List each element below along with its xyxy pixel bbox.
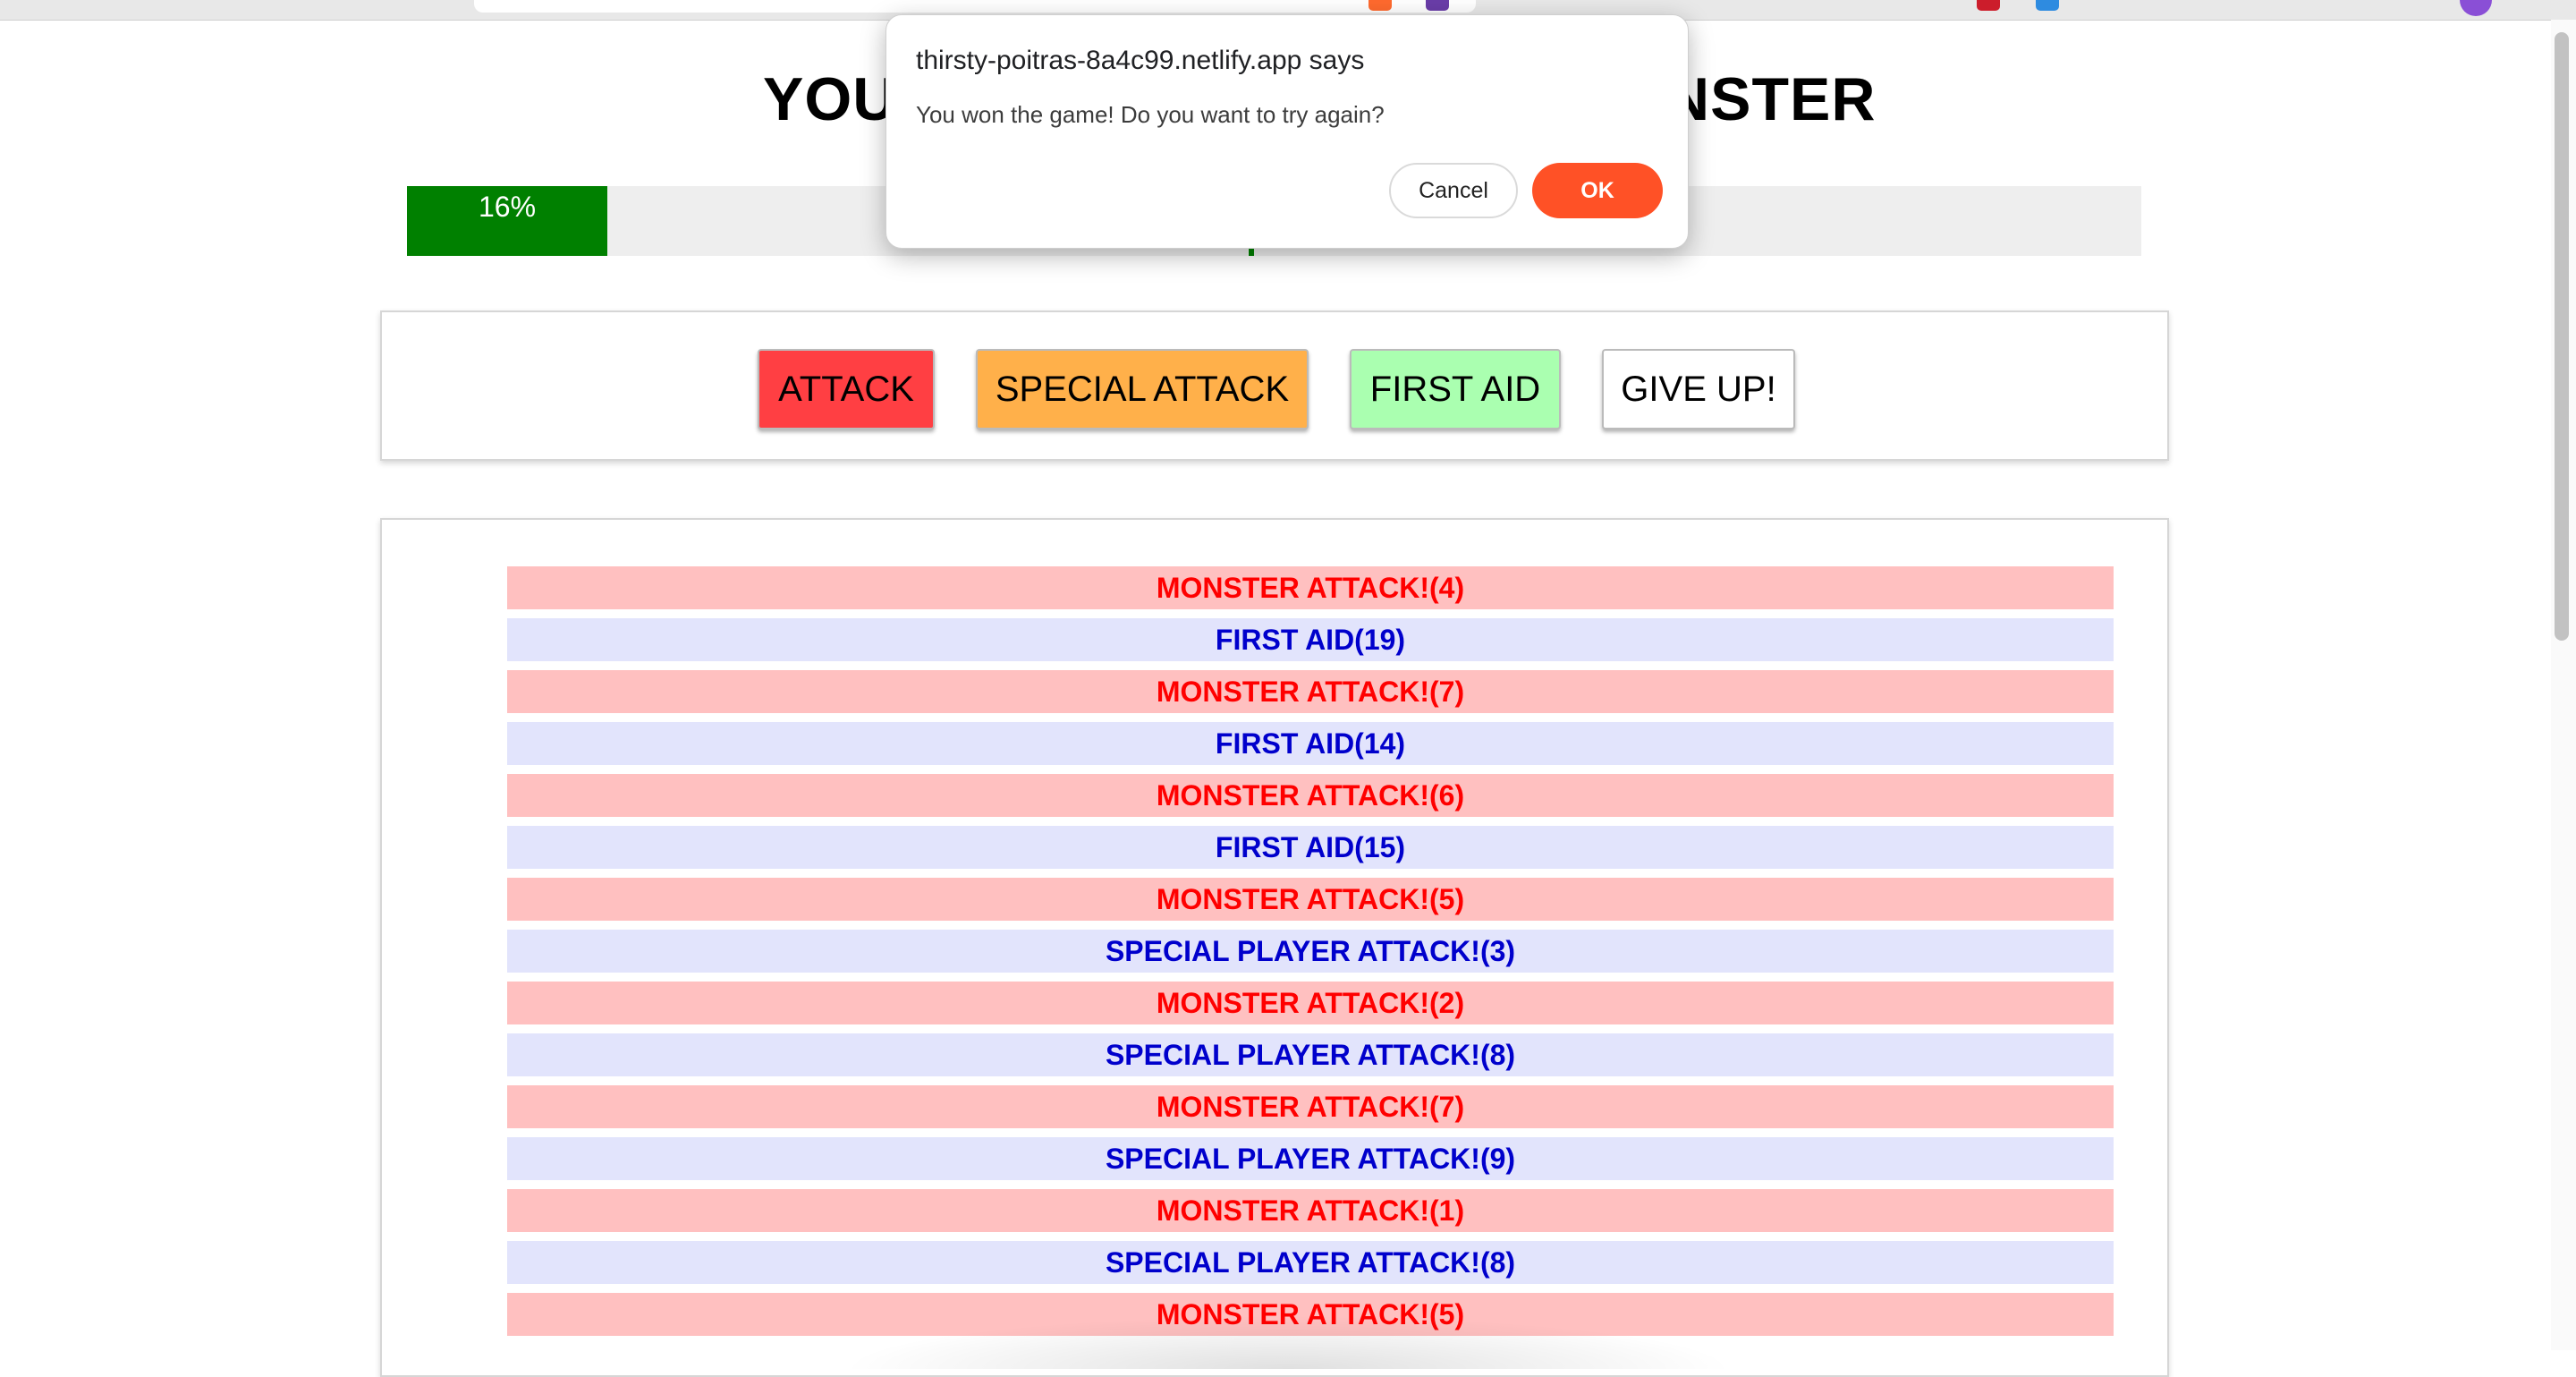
scrollbar-thumb[interactable] xyxy=(2555,32,2569,641)
log-entry: FIRST AID(19) xyxy=(507,618,2114,661)
give-up-button[interactable]: GIVE UP! xyxy=(1602,349,1795,429)
extension-icon[interactable] xyxy=(1977,0,2000,11)
log-entry: SPECIAL PLAYER ATTACK!(8) xyxy=(507,1033,2114,1076)
log-entry: MONSTER ATTACK!(1) xyxy=(507,1189,2114,1232)
page-title-left: YOU xyxy=(763,65,898,133)
log-entry: MONSTER ATTACK!(7) xyxy=(507,670,2114,713)
log-entry: FIRST AID(15) xyxy=(507,826,2114,869)
log-entry: MONSTER ATTACK!(7) xyxy=(507,1085,2114,1128)
log-entry: MONSTER ATTACK!(6) xyxy=(507,774,2114,817)
address-bar[interactable] xyxy=(474,0,1476,13)
log-entry: FIRST AID(14) xyxy=(507,722,2114,765)
log-entry: SPECIAL PLAYER ATTACK!(9) xyxy=(507,1137,2114,1180)
log-entry: SPECIAL PLAYER ATTACK!(8) xyxy=(507,1241,2114,1284)
battle-log: MONSTER ATTACK!(4) FIRST AID(19) MONSTER… xyxy=(380,518,2169,1377)
log-entry: MONSTER ATTACK!(2) xyxy=(507,982,2114,1024)
extension-icon[interactable] xyxy=(1368,0,1392,11)
page-title-right: NSTER xyxy=(1665,65,1877,133)
cancel-button[interactable]: Cancel xyxy=(1389,163,1518,218)
log-entry: SPECIAL PLAYER ATTACK!(3) xyxy=(507,930,2114,973)
dialog-message: You won the game! Do you want to try aga… xyxy=(916,101,1385,128)
extension-icon[interactable] xyxy=(1426,0,1449,11)
extension-icon[interactable] xyxy=(2036,0,2059,11)
alert-dialog: thirsty-poitras-8a4c99.netlify.app says … xyxy=(886,14,1689,249)
dialog-title: thirsty-poitras-8a4c99.netlify.app says xyxy=(916,46,1365,75)
first-aid-button[interactable]: FIRST AID xyxy=(1350,349,1561,429)
profile-avatar[interactable] xyxy=(2460,0,2492,16)
controls-panel: ATTACK SPECIAL ATTACK FIRST AID GIVE UP! xyxy=(380,310,2169,461)
player-health-fill: 16% xyxy=(407,186,607,256)
ok-button[interactable]: OK xyxy=(1532,163,1663,218)
log-list: MONSTER ATTACK!(4) FIRST AID(19) MONSTER… xyxy=(507,566,2114,1345)
attack-button[interactable]: ATTACK xyxy=(758,349,935,429)
bottom-shadow xyxy=(841,1315,1735,1369)
log-entry: MONSTER ATTACK!(5) xyxy=(507,878,2114,921)
special-attack-button[interactable]: SPECIAL ATTACK xyxy=(976,349,1309,429)
log-entry: MONSTER ATTACK!(4) xyxy=(507,566,2114,609)
